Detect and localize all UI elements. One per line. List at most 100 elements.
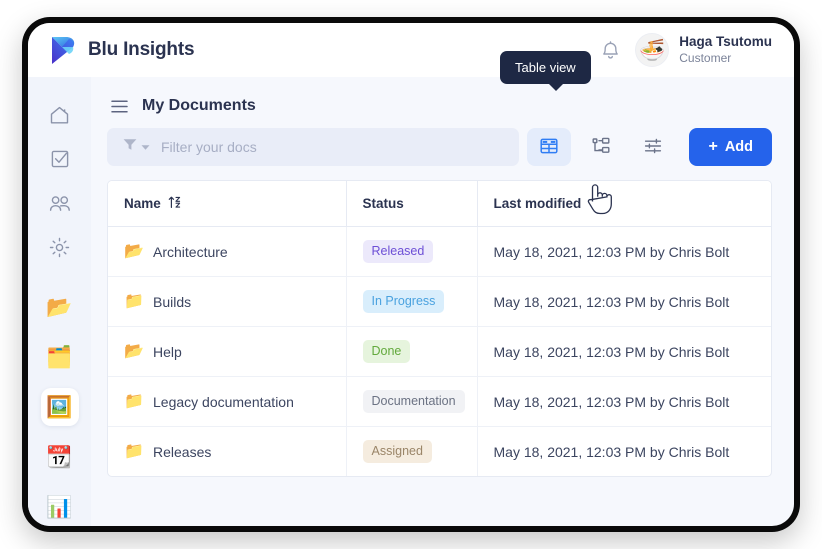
calendar-icon: 📆 [46, 445, 73, 469]
page-header: My Documents [107, 97, 772, 115]
row-name-label: Builds [153, 293, 192, 310]
framed-picture-icon: 🖼️ [46, 395, 73, 419]
user-text: Haga Tsutomu Customer [679, 34, 772, 66]
row-name-label: Legacy documentation [153, 393, 294, 410]
column-header-name-label: Name [124, 196, 161, 211]
tooltip: Table view [500, 51, 591, 91]
main-content: My Documents Filter your docs + Add Tabl… [91, 51, 794, 526]
sidebar-app-tiles: 📂 🗂️ 🖼️ 📆 📊 [40, 288, 79, 526]
table-row[interactable]: 📂 Architecture Released May 18, 2021, 12… [108, 226, 771, 277]
cell-modified: May 18, 2021, 12:03 PM by Chris Bolt [477, 326, 771, 377]
closed-folder-icon: 📁 [124, 442, 144, 460]
plus-icon: + [708, 138, 718, 155]
sidebar-item-users[interactable] [41, 186, 79, 222]
row-name-label: Releases [153, 443, 212, 460]
status-badge: In Progress [362, 290, 445, 313]
top-bar: Blu Insights 🍜 Haga Tsutomu Customer [28, 23, 794, 77]
table-row[interactable]: 📂 Help Done May 18, 2021, 12:03 PM by Ch… [108, 326, 771, 377]
sidebar-item-home[interactable] [41, 97, 79, 133]
table-view-button[interactable] [527, 128, 572, 166]
tooltip-text: Table view [515, 60, 576, 75]
cell-name[interactable]: 📁 Releases [108, 426, 347, 476]
filter-field[interactable] [107, 128, 520, 166]
toolbar: + Add Table view [107, 51, 772, 166]
open-folder-icon: 📂 [124, 242, 144, 260]
closed-folder-icon: 📁 [124, 292, 144, 310]
column-header-modified[interactable]: Last modified [477, 181, 771, 227]
cell-name[interactable]: 📂 Help [108, 326, 347, 377]
gear-icon [49, 237, 70, 258]
column-header-modified-label: Last modified [493, 196, 582, 211]
sidebar-app-gallery[interactable]: 🖼️ [40, 388, 79, 426]
table-row[interactable]: 📁 Legacy documentation Documentation May… [108, 376, 771, 427]
view-settings-button[interactable] [631, 128, 675, 166]
cell-status: Done [346, 326, 478, 377]
hamburger-menu-icon[interactable] [111, 99, 128, 113]
table-header-row: Name Status Last modified [108, 181, 771, 227]
top-bar-right: 🍜 Haga Tsutomu Customer [602, 33, 772, 67]
app-screen: Blu Insights 🍜 Haga Tsutomu Customer 📂 🗂… [28, 23, 794, 526]
cell-status: Released [346, 226, 478, 277]
cell-name[interactable]: 📁 Legacy documentation [108, 376, 347, 427]
bell-icon[interactable] [602, 40, 619, 60]
body: 📂 🗂️ 🖼️ 📆 📊 My Documents Filter your doc… [28, 51, 794, 526]
table-view-icon [539, 136, 559, 159]
table-row[interactable]: 📁 Builds In Progress May 18, 2021, 12:03… [108, 276, 771, 327]
column-header-status-label: Status [362, 196, 404, 211]
avatar: 🍜 [635, 33, 670, 67]
brand-name: Blu Insights [88, 39, 195, 60]
device-frame: Blu Insights 🍜 Haga Tsutomu Customer 📂 🗂… [22, 17, 800, 532]
add-button-label: Add [724, 139, 753, 155]
sidebar: 📂 🗂️ 🖼️ 📆 📊 [28, 77, 91, 526]
closed-folder-icon: 📁 [124, 392, 144, 410]
cell-modified: May 18, 2021, 12:03 PM by Chris Bolt [477, 276, 771, 327]
sidebar-item-tasks[interactable] [41, 141, 79, 177]
users-icon [49, 194, 71, 214]
checkbox-check-icon [50, 149, 70, 169]
funnel-filter-icon [123, 138, 137, 156]
sliders-settings-icon [643, 136, 663, 159]
cell-status: Documentation [346, 376, 478, 427]
sidebar-app-cards[interactable]: 🗂️ [41, 338, 79, 376]
sidebar-app-reports[interactable]: 📊 [41, 488, 79, 526]
page-title: My Documents [142, 97, 256, 114]
cell-modified: May 18, 2021, 12:03 PM by Chris Bolt [493, 443, 730, 460]
table-row[interactable]: 📁 Releases Assigned May 18, 2021, 12:03 … [108, 426, 771, 476]
user-menu[interactable]: 🍜 Haga Tsutomu Customer [635, 33, 772, 67]
user-role: Customer [679, 50, 732, 65]
sidebar-item-settings[interactable] [41, 230, 79, 266]
cell-name[interactable]: 📂 Architecture [108, 226, 347, 277]
status-badge: Released [362, 240, 434, 263]
open-file-folder-icon: 📂 [46, 295, 73, 319]
cell-status: In Progress [346, 276, 478, 327]
tree-view-button[interactable] [579, 128, 623, 166]
cell-modified: May 18, 2021, 12:03 PM by Chris Bolt [477, 226, 771, 277]
sidebar-app-calendar[interactable]: 📆 [41, 438, 79, 476]
status-badge: Assigned [362, 440, 432, 463]
cell-name[interactable]: 📁 Builds [108, 276, 347, 327]
status-badge: Documentation [362, 390, 465, 413]
table-body: 📂 Architecture Released May 18, 2021, 12… [108, 226, 771, 476]
sidebar-app-documents[interactable]: 📂 [41, 288, 79, 326]
row-name-label: Help [153, 343, 182, 360]
filter-dropdown[interactable] [123, 138, 150, 156]
column-header-status[interactable]: Status [346, 181, 478, 227]
column-header-name[interactable]: Name [108, 181, 347, 227]
blu-logo-icon [50, 36, 77, 65]
open-folder-icon: 📂 [124, 342, 144, 360]
brand[interactable]: Blu Insights [50, 36, 195, 65]
row-name-label: Architecture [153, 243, 228, 260]
status-badge: Done [362, 340, 411, 363]
sort-az-icon [168, 195, 181, 212]
card-index-dividers-icon: 🗂️ [46, 345, 73, 369]
search-input[interactable] [161, 139, 504, 155]
tree-view-icon [591, 136, 611, 159]
cell-modified: May 18, 2021, 12:03 PM by Chris Bolt [477, 376, 771, 427]
chevron-down-icon [141, 138, 150, 156]
bar-chart-icon: 📊 [46, 495, 73, 519]
add-button[interactable]: + Add [689, 128, 772, 166]
cell-status: Assigned [346, 426, 478, 476]
user-name: Haga Tsutomu [679, 34, 772, 50]
home-icon [49, 105, 70, 126]
documents-table: Name Status Last modified 📂 Architecture… [107, 180, 772, 477]
